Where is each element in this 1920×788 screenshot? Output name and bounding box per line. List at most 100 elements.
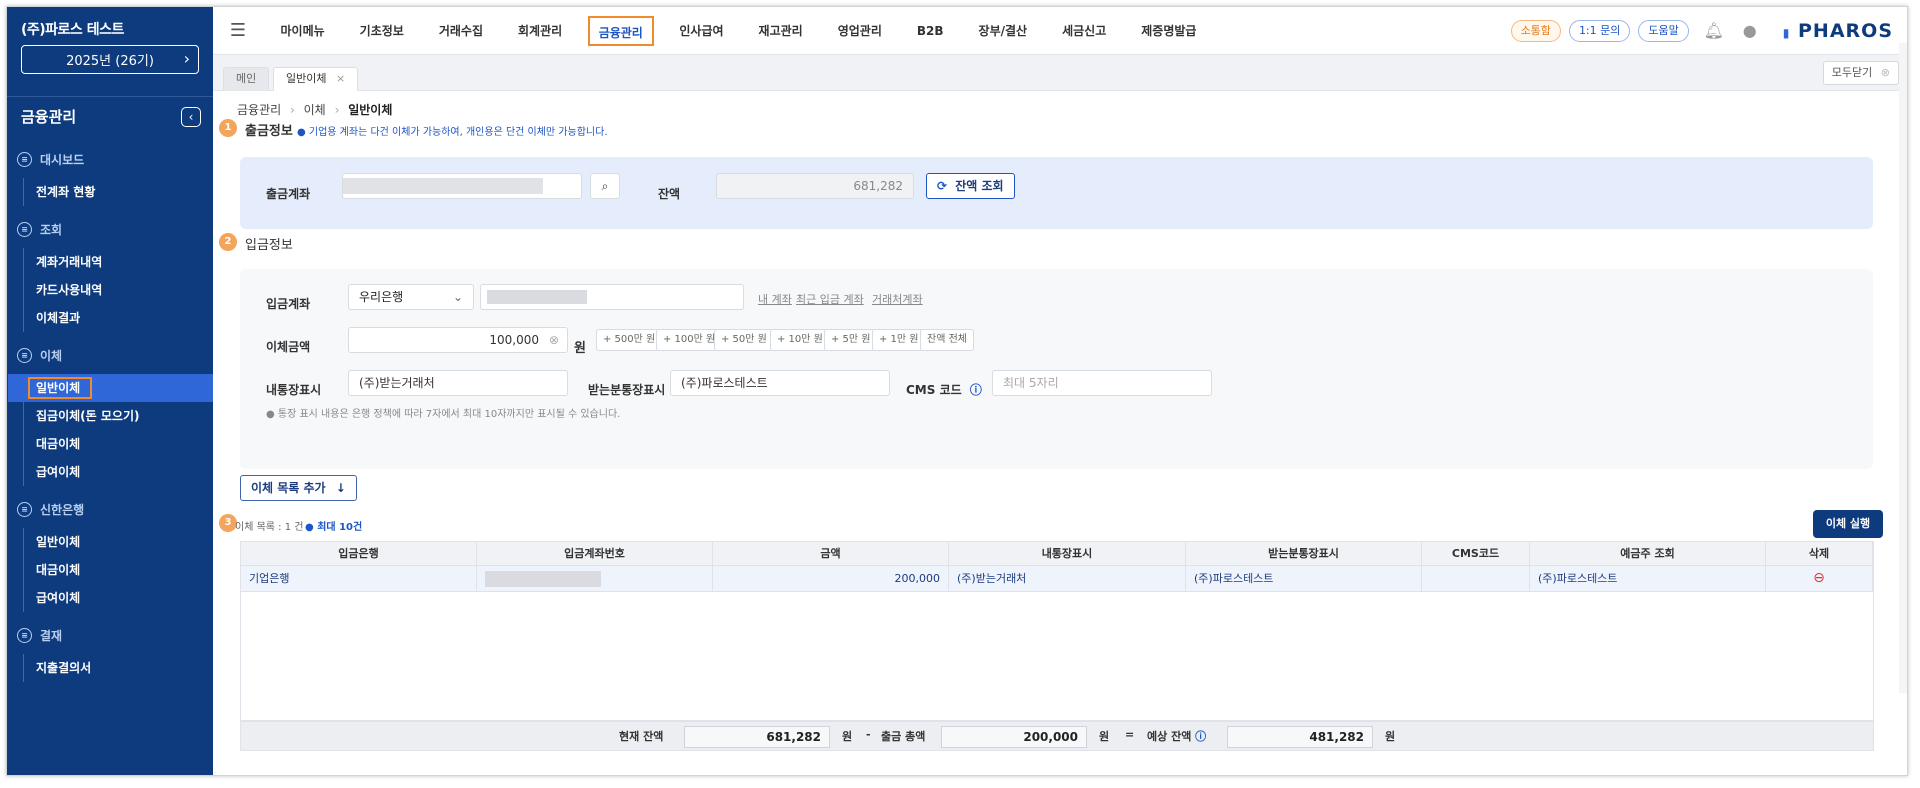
withdraw-account-input[interactable]	[342, 173, 582, 199]
inbox-button[interactable]: 소통함	[1510, 20, 1561, 42]
sidebar-item[interactable]: 대금이체	[24, 556, 213, 584]
menu-item[interactable]: 제증명발급	[1124, 16, 1214, 46]
sidebar-item[interactable]: 급여이체	[24, 458, 213, 486]
table-cell	[477, 566, 713, 591]
sidebar-item-label: 카드사용내역	[36, 283, 103, 297]
quick-amount-chip[interactable]: + 5만 원	[824, 329, 878, 351]
bell-icon[interactable]: 🔔︎	[1703, 20, 1725, 42]
quick-amount-chip[interactable]: + 50만 원	[714, 329, 774, 351]
breadcrumb-item[interactable]: 이체	[304, 103, 326, 117]
sidebar-item[interactable]: 일반이체	[8, 374, 213, 402]
column-header: 받는분통장표시	[1186, 542, 1422, 565]
sidebar-section-label: 대시보드	[40, 152, 85, 167]
hamburger-menu-icon[interactable]: ☰	[213, 20, 263, 41]
sidebar-item[interactable]: 집금이체(돈 모으기)	[24, 402, 213, 430]
collapse-sidebar-icon[interactable]: ‹	[181, 106, 201, 127]
add-to-list-button[interactable]: 이체 목록 추가 ↓	[240, 475, 357, 501]
main-menu: 마이메뉴 기초정보 거래수집 회계관리 금융관리 인사급여 재고관리 영업관리 B2B 장부/결산…	[263, 15, 1214, 46]
sidebar-item-label: 일반이체	[36, 535, 81, 549]
tab-close-icon[interactable]: ×	[336, 72, 345, 85]
sidebar-item[interactable]: 카드사용내역	[24, 276, 213, 304]
table-row[interactable]: 기업은행 200,000 (주)받는거래처 (주)파로스테스트 (주)파로스테스트 ⊖	[241, 566, 1873, 592]
unit: 원	[1099, 730, 1110, 743]
memo-input[interactable]: (주)받는거래처	[348, 370, 568, 396]
clear-icon[interactable]: ⊗	[549, 328, 559, 352]
recent-account-link[interactable]: 최근 입금 계좌	[796, 291, 864, 307]
balance-inquiry-button[interactable]: ⟳ 잔액 조회	[926, 173, 1015, 199]
withdraw-note: ● 기업용 계좌는 다건 이체가 가능하여, 개인용은 단건 이체만 가능합니다…	[297, 127, 608, 138]
menu-item[interactable]: 인사급여	[662, 16, 741, 46]
menu-item[interactable]: 기초정보	[342, 16, 421, 46]
menu-item[interactable]: 영업관리	[820, 16, 899, 46]
quick-amount-chip[interactable]: + 500만 원	[596, 329, 663, 351]
help-button[interactable]: 도움말	[1638, 20, 1689, 42]
sidebar-section[interactable]: ≡ 조회	[7, 220, 213, 238]
sidebar-item[interactable]: 급여이체	[24, 584, 213, 612]
tab-general-transfer[interactable]: 일반이체 ×	[273, 67, 359, 91]
close-all-label: 모두닫기	[1831, 66, 1873, 79]
scrollbar[interactable]	[1899, 43, 1907, 693]
table-cell: (주)파로스테스트	[1530, 566, 1766, 591]
sidebar-item-label: 대금이체	[36, 563, 81, 577]
sidebar-items: 일반이체대금이체급여이체	[23, 528, 213, 612]
menu-item[interactable]: 마이메뉴	[263, 16, 342, 46]
sidebar-item[interactable]: 이체결과	[24, 304, 213, 332]
memo-label: 내통장표시	[266, 383, 322, 397]
sidebar-item-label: 급여이체	[36, 465, 81, 479]
sidebar-section[interactable]: ≡ 신한은행	[7, 500, 213, 518]
list-icon: ≡	[17, 151, 32, 167]
sidebar-title: 금융관리	[21, 108, 77, 126]
cms-label-text: CMS 코드	[906, 383, 962, 397]
menu-item[interactable]: B2B	[899, 16, 961, 46]
menu-item[interactable]: 재고관리	[741, 16, 820, 46]
app-window: (주)파로스 테스트 2025년 (26기) › 금융관리 ‹ ≡ 대시보드 전계좌…	[6, 6, 1908, 776]
sidebar-section[interactable]: ≡ 대시보드	[7, 150, 213, 168]
top-navigation: ☰ 마이메뉴 기초정보 거래수집 회계관리 금융관리 인사급여 재고관리 영업관리 B2B 장부/…	[213, 7, 1907, 55]
tab-main[interactable]: 메인	[223, 67, 270, 91]
main-content: 금융관리 › 이체 › 일반이체 1 출금정보 ● 기업용 계좌는 다건 이체가…	[213, 91, 1907, 775]
menu-item[interactable]: 거래수집	[421, 16, 500, 46]
breadcrumb-item[interactable]: 금융관리	[237, 103, 281, 117]
sidebar-item[interactable]: 일반이체	[24, 528, 213, 556]
sidebar-section[interactable]: ≡ 이체	[7, 346, 213, 364]
total-out-label: 출금 총액	[881, 730, 926, 743]
my-account-link[interactable]: 내 계좌	[758, 291, 792, 307]
user-icon[interactable]: ●	[1739, 20, 1761, 42]
cms-input[interactable]: 최대 5자리	[992, 370, 1212, 396]
column-header: 내통장표시	[949, 542, 1186, 565]
info-icon[interactable]: ⓘ	[970, 383, 982, 397]
fiscal-year-selector[interactable]: 2025년 (26기) ›	[21, 45, 199, 74]
arrow-down-icon: ↓	[335, 481, 346, 495]
delete-icon[interactable]: ⊖	[1813, 570, 1825, 586]
sidebar-item[interactable]: 대금이체	[24, 430, 213, 458]
sidebar-item[interactable]: 지출결의서	[24, 654, 213, 682]
quick-amount-chip[interactable]: + 10만 원	[770, 329, 830, 351]
close-circle-icon: ⊗	[1880, 66, 1890, 79]
balance-inquiry-label: 잔액 조회	[955, 179, 1004, 193]
close-all-tabs-button[interactable]: 모두닫기 ⊗	[1822, 61, 1899, 85]
refresh-icon: ⟳	[937, 179, 948, 193]
inquiry-button[interactable]: 1:1 문의	[1568, 20, 1631, 42]
amount-input[interactable]: 100,000 ⊗	[348, 327, 568, 353]
menu-item[interactable]: 장부/결산	[961, 16, 1045, 46]
quick-amount-chip[interactable]: + 100만 원	[656, 329, 723, 351]
menu-item[interactable]: 회계관리	[501, 16, 580, 46]
client-account-link[interactable]: 거래처계좌	[872, 291, 923, 307]
minus-sign: -	[866, 728, 871, 741]
bank-select[interactable]: 우리은행 ⌄	[348, 284, 474, 310]
deposit-account-input[interactable]	[480, 284, 744, 310]
sidebar-item[interactable]: 계좌거래내역	[24, 248, 213, 276]
expected-balance-text: 예상 잔액	[1147, 730, 1192, 743]
deposit-section-title: 입금정보	[245, 238, 293, 253]
search-account-icon[interactable]: ⌕	[590, 173, 620, 199]
execute-transfer-button[interactable]: 이체 실행	[1813, 510, 1883, 538]
quick-amount-chip[interactable]: + 1만 원	[872, 329, 926, 351]
sidebar-item[interactable]: 전계좌 현황	[24, 178, 213, 206]
sidebar-section[interactable]: ≡ 결재	[7, 626, 213, 644]
info-icon[interactable]: ⓘ	[1195, 730, 1206, 743]
menu-item[interactable]: 금융관리	[587, 15, 654, 46]
menu-item[interactable]: 세금신고	[1045, 16, 1124, 46]
recv-input[interactable]: (주)파로스테스트	[670, 370, 890, 396]
quick-amount-chip[interactable]: 잔액 전체	[920, 329, 974, 351]
sidebar-section-label: 조회	[40, 222, 63, 237]
